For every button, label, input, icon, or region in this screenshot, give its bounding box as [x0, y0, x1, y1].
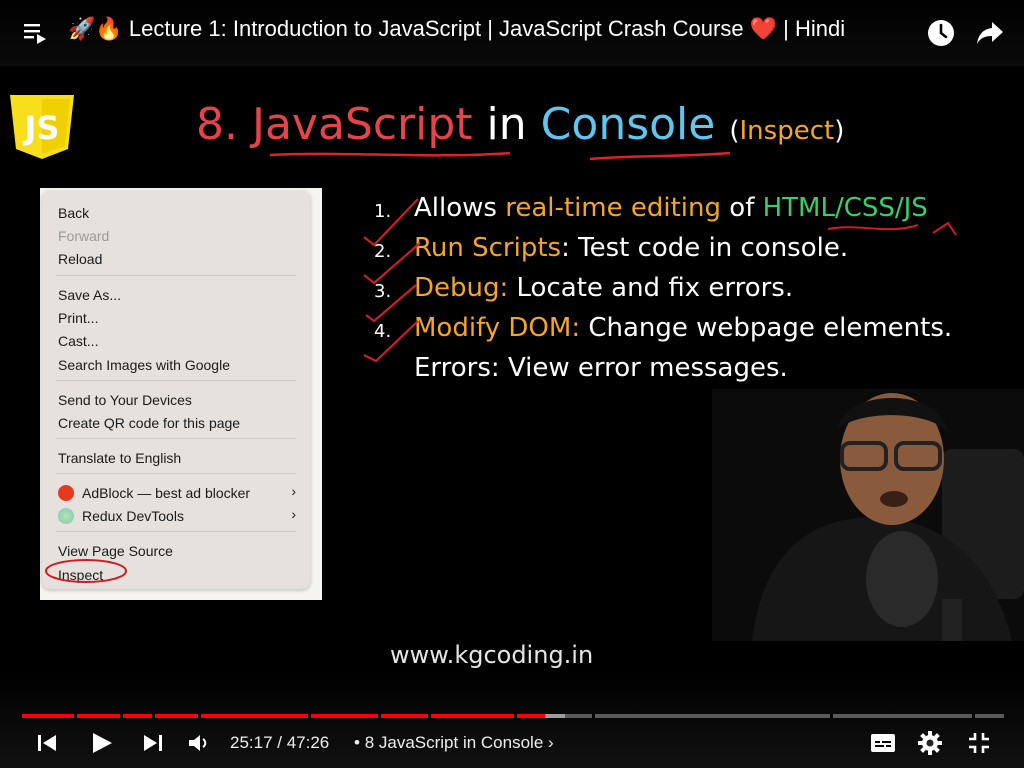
menu-item-search-images[interactable]: Search Images with Google: [58, 355, 230, 375]
chapter-marker: [830, 714, 833, 718]
heading-in: in: [486, 99, 527, 150]
slide-heading: 8. JavaScript in Console (Inspect): [196, 99, 844, 150]
presenter-video: [712, 389, 1024, 641]
redux-devtools-icon: [58, 508, 74, 524]
menu-item-adblock[interactable]: AdBlock — best ad blocker: [82, 483, 250, 503]
total-time: 47:26: [286, 733, 330, 752]
video-title[interactable]: 🚀🔥 Lecture 1: Introduction to JavaScript…: [68, 16, 918, 42]
share-icon[interactable]: [976, 20, 1004, 46]
next-icon[interactable]: [142, 732, 164, 754]
javascript-logo-icon: JS: [10, 95, 74, 159]
progress-played: [22, 714, 546, 718]
website-url: www.kgcoding.in: [390, 641, 594, 669]
checkmark-annotations: [363, 198, 957, 363]
menu-item-back[interactable]: Back: [58, 203, 89, 223]
menu-divider: [56, 380, 296, 381]
menu-divider: [56, 438, 296, 439]
submenu-chevron-icon: ›: [291, 483, 296, 499]
context-menu: Back Forward Reload Save As... Print... …: [42, 191, 310, 589]
time-separator: /: [272, 733, 287, 752]
chapter-marker: [428, 714, 431, 718]
chapter-marker: [152, 714, 155, 718]
menu-item-print[interactable]: Print...: [58, 308, 98, 328]
progress-bar[interactable]: [22, 714, 1004, 718]
play-icon[interactable]: [90, 731, 114, 755]
chapter-marker: [120, 714, 123, 718]
chapter-marker: [378, 714, 381, 718]
menu-item-translate[interactable]: Translate to English: [58, 448, 181, 468]
exit-fullscreen-icon[interactable]: [968, 732, 990, 754]
menu-item-redux-devtools[interactable]: Redux DevTools: [82, 506, 184, 526]
adblock-icon: [58, 485, 74, 501]
settings-icon[interactable]: [918, 731, 942, 755]
chapter-marker: [514, 714, 517, 718]
menu-item-create-qr[interactable]: Create QR code for this page: [58, 413, 240, 433]
volume-icon[interactable]: [188, 733, 210, 753]
chapter-marker: [74, 714, 77, 718]
context-menu-screenshot: Back Forward Reload Save As... Print... …: [40, 188, 322, 600]
menu-divider: [56, 473, 296, 474]
heading-javascript: JavaScript: [251, 99, 473, 150]
chapter-chevron-icon: ›: [548, 733, 554, 752]
playlist-icon[interactable]: [24, 22, 48, 44]
time-display: 25:17 / 47:26: [230, 733, 329, 753]
menu-divider: [56, 275, 296, 276]
subtitles-icon[interactable]: [870, 733, 896, 753]
heading-console: Console: [540, 99, 716, 150]
heading-paren-close: ): [834, 116, 845, 146]
heading-number: 8.: [196, 99, 238, 150]
menu-item-reload[interactable]: Reload: [58, 249, 102, 269]
inspect-circle-annotation: [45, 559, 127, 583]
heading-inspect: Inspect: [739, 116, 835, 146]
chapter-bullet: •: [354, 733, 365, 752]
chapter-marker: [308, 714, 311, 718]
menu-item-save-as[interactable]: Save As...: [58, 285, 121, 305]
chapter-title: 8 JavaScript in Console: [364, 733, 544, 752]
chapter-marker: [972, 714, 975, 718]
chapter-button[interactable]: • 8 JavaScript in Console ›: [354, 733, 554, 753]
current-time: 25:17: [230, 733, 273, 752]
chapter-marker: [592, 714, 595, 718]
heading-underline-annotations: [269, 151, 731, 161]
title-bar: 🚀🔥 Lecture 1: Introduction to JavaScript…: [0, 0, 1024, 66]
presenter-silhouette: [752, 393, 1024, 641]
menu-item-cast[interactable]: Cast...: [58, 331, 98, 351]
menu-item-send-to-devices[interactable]: Send to Your Devices: [58, 390, 192, 410]
watch-later-icon[interactable]: [926, 18, 956, 48]
heading-paren-open: (: [729, 116, 740, 146]
menu-divider: [56, 531, 296, 532]
chapter-marker: [198, 714, 201, 718]
logo-text: JS: [23, 109, 60, 147]
submenu-chevron-icon: ›: [291, 506, 296, 522]
menu-item-forward: Forward: [58, 228, 110, 244]
previous-icon[interactable]: [36, 732, 58, 754]
video-frame[interactable]: JS 8. JavaScript in Console (Inspect) Ba…: [0, 95, 1024, 673]
